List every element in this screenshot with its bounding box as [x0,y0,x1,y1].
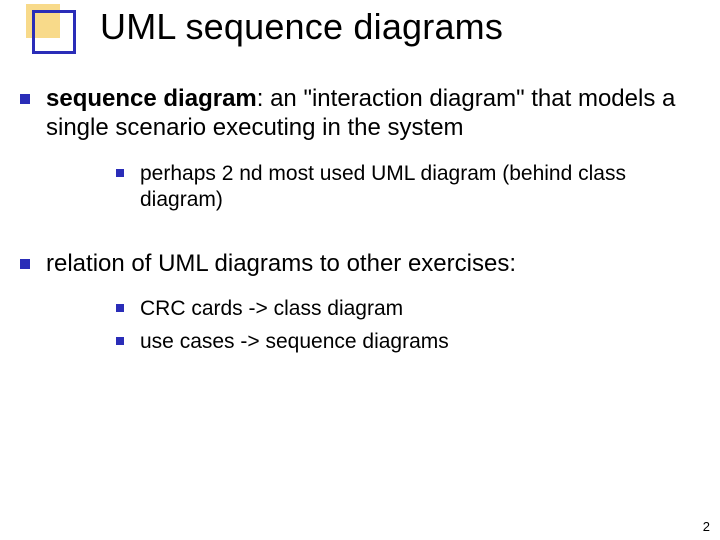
sub-bullet-item: CRC cards -> class diagram [116,296,700,322]
sub-bullet-item: use cases -> sequence diagrams [116,329,700,355]
page-number: 2 [703,519,710,534]
slide: UML sequence diagrams sequence diagram: … [0,0,720,540]
sub-bullet-text: CRC cards -> class diagram [140,296,700,322]
bullet-rest: relation of UML diagrams to other exerci… [46,250,516,277]
bullet-content: relation of UML diagrams to other exerci… [46,249,700,373]
sub-list: CRC cards -> class diagram use cases -> … [46,296,700,355]
bullet-content: sequence diagram: an "interaction diagra… [46,84,700,231]
title-row: UML sequence diagrams [0,0,720,70]
bullet-item: relation of UML diagrams to other exerci… [20,249,700,373]
sub-bullet-item: perhaps 2 nd most used UML diagram (behi… [116,161,700,214]
logo-icon [26,4,76,54]
slide-body: sequence diagram: an "interaction diagra… [0,70,720,373]
square-bullet-icon [20,249,46,373]
square-bullet-icon [116,329,140,355]
slide-title: UML sequence diagrams [100,6,503,48]
sub-bullet-text: use cases -> sequence diagrams [140,329,700,355]
bullet-item: sequence diagram: an "interaction diagra… [20,84,700,231]
sub-bullet-text: perhaps 2 nd most used UML diagram (behi… [140,161,700,214]
bullet-strong: sequence diagram [46,85,257,112]
square-bullet-icon [116,296,140,322]
sub-list: perhaps 2 nd most used UML diagram (behi… [46,161,700,214]
square-bullet-icon [20,84,46,231]
square-bullet-icon [116,161,140,214]
